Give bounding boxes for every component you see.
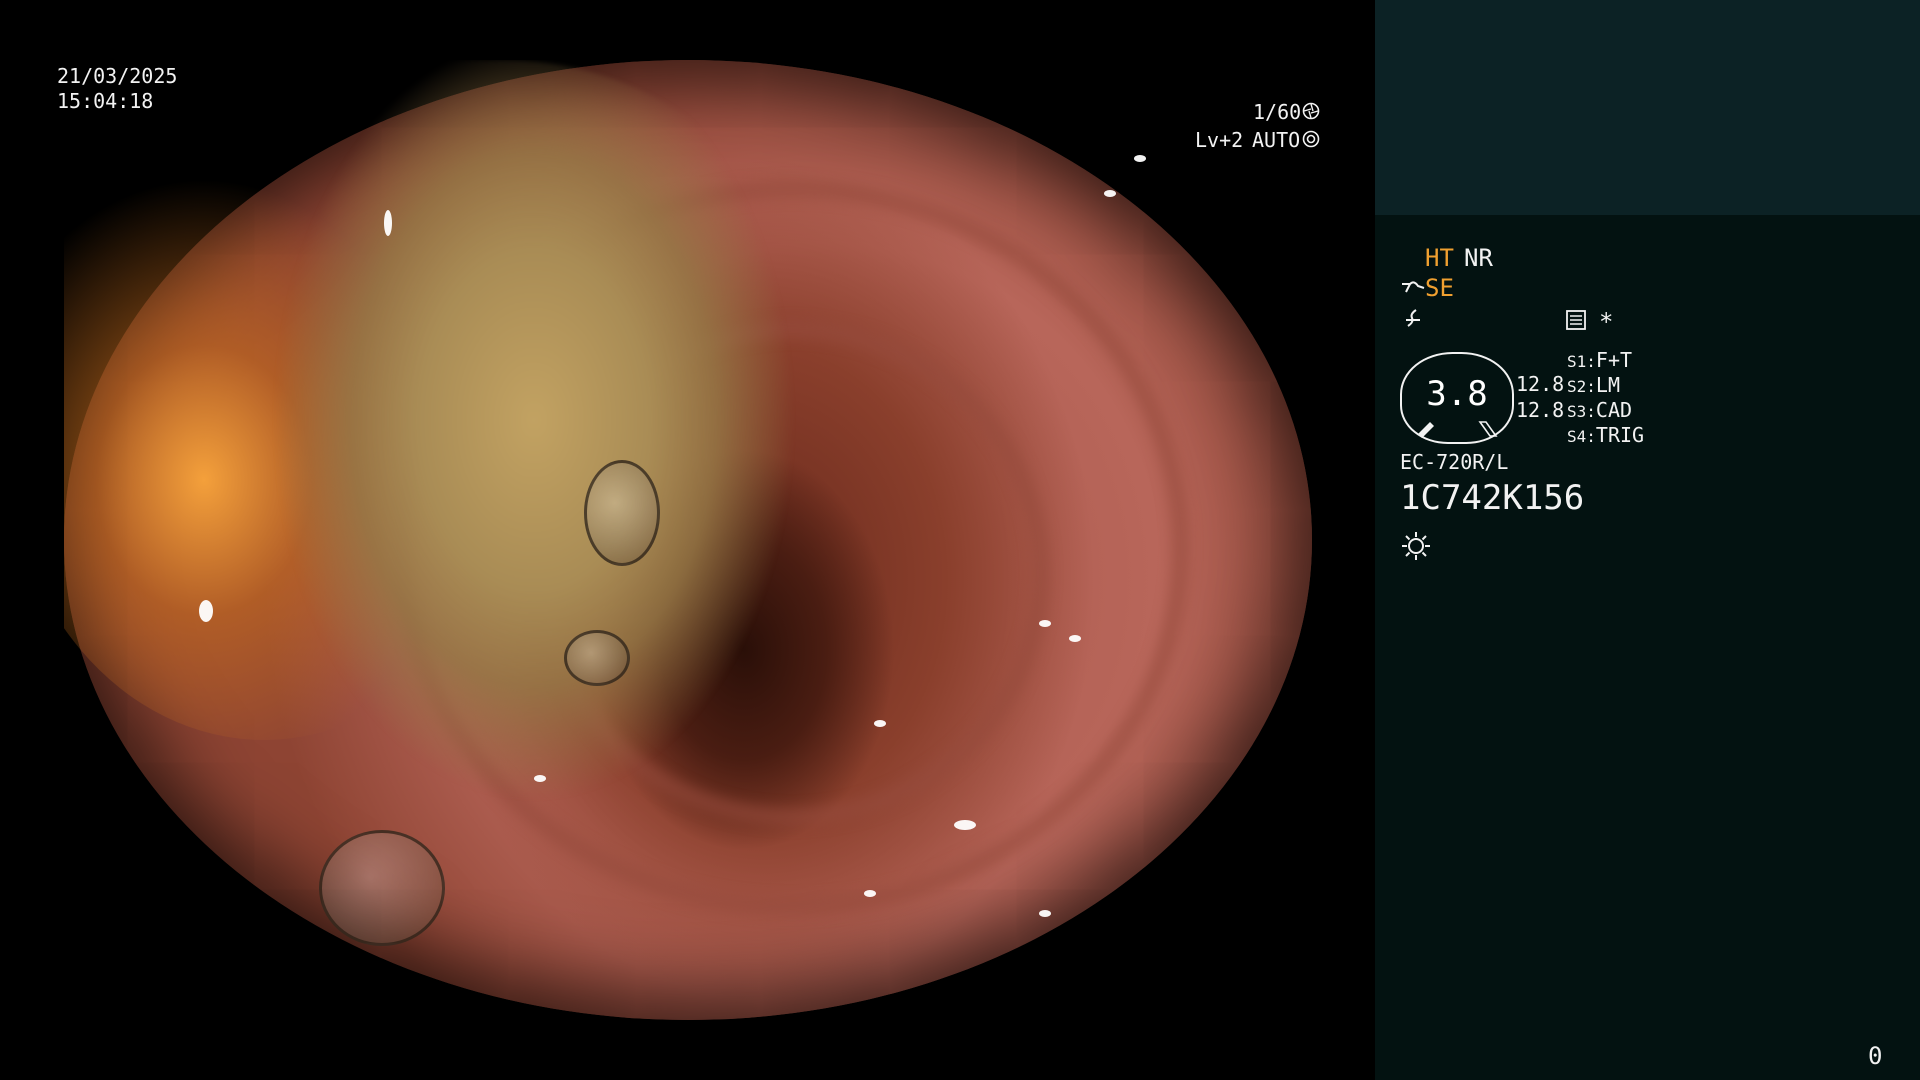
light-reflection (199, 600, 213, 622)
exam-date: 21/03/2025 (57, 64, 178, 88)
structure-enhance-icon (1402, 281, 1425, 293)
scale-top-value: 12.8 (1516, 372, 1565, 396)
zoom-gauge: 3.8 (1400, 352, 1514, 444)
panel-header-area (1375, 0, 1920, 215)
switch-value: F+T (1595, 348, 1633, 372)
iris-icon (1302, 130, 1320, 148)
light-reflection (1039, 620, 1051, 627)
endoscope-view (64, 60, 1312, 1020)
image-counter: 0 (1868, 1042, 1883, 1070)
switch-item: S2:LM (1567, 373, 1620, 397)
gauge-marker-icon (1418, 421, 1498, 438)
switch-key: S1: (1567, 352, 1596, 371)
switch-key: S4: (1567, 427, 1596, 446)
switch-value: CAD (1595, 398, 1633, 422)
light-source-icon (1402, 532, 1430, 560)
light-reflection (864, 890, 876, 897)
air-bubble (564, 630, 630, 686)
info-panel (1375, 0, 1920, 1080)
light-reflection (1134, 155, 1146, 162)
zoom-gauge-value: 3.8 (1426, 374, 1488, 414)
light-reflection (534, 775, 546, 782)
light-reflection (1039, 910, 1051, 917)
brightness-level: Lv+2 (1195, 128, 1244, 152)
exam-time: 15:04:18 (57, 89, 154, 113)
light-reflection (1104, 190, 1116, 197)
record-list-icon (1566, 310, 1586, 330)
air-bubble (584, 460, 660, 566)
scope-serial: 1C742K156 (1400, 478, 1585, 518)
switch-value: TRIG (1595, 423, 1645, 447)
light-reflection (874, 720, 886, 727)
scope-model: EC-720R/L (1400, 450, 1509, 474)
shutter-speed: 1/60 (1253, 100, 1302, 124)
light-reflection (384, 210, 392, 236)
light-reflection (1069, 635, 1081, 642)
color-enhance-icon (1406, 309, 1420, 327)
light-reflection (954, 820, 976, 830)
switch-item: S1:F+T (1567, 348, 1632, 372)
se-indicator: SE (1425, 274, 1454, 302)
scale-bottom-value: 12.8 (1516, 398, 1565, 422)
switch-item: S3:CAD (1567, 398, 1632, 422)
air-bubble (319, 830, 445, 946)
switch-item: S4:TRIG (1567, 423, 1644, 447)
switch-value: LM (1595, 373, 1620, 397)
switch-key: S2: (1567, 377, 1596, 396)
ht-indicator: HT (1425, 244, 1454, 272)
nr-indicator: NR (1464, 244, 1493, 272)
switch-key: S3: (1567, 402, 1596, 421)
iris-mode: AUTO (1252, 128, 1301, 152)
asterisk-indicator: * (1599, 308, 1614, 336)
shutter-icon (1302, 102, 1320, 120)
